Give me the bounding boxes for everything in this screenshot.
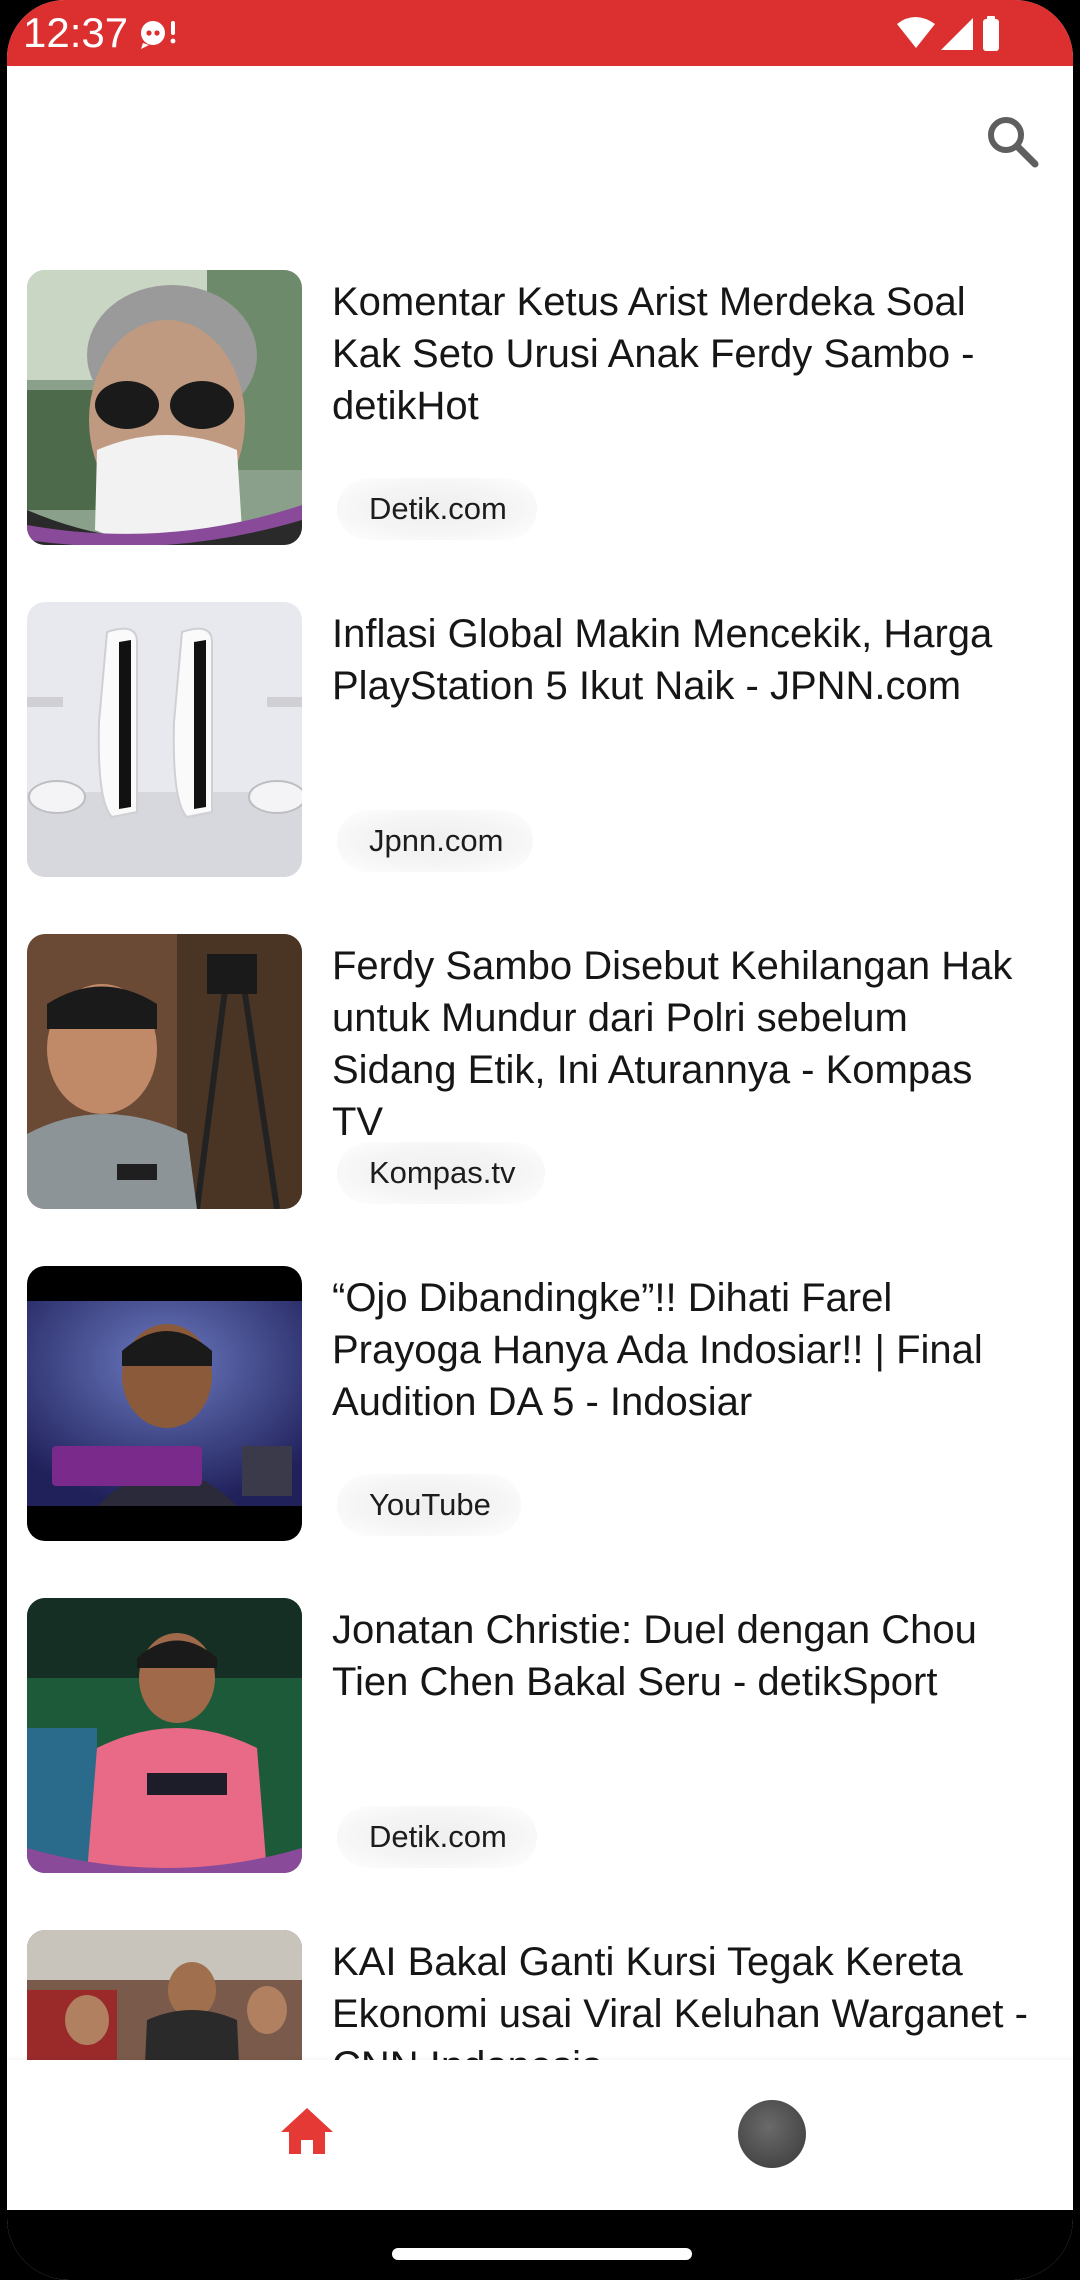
profile-avatar[interactable] <box>738 2100 806 2168</box>
news-list: Komentar Ketus Arist Merdeka Soal Kak Se… <box>7 266 1073 2060</box>
home-indicator[interactable] <box>392 2248 692 2260</box>
search-button[interactable] <box>977 106 1049 178</box>
news-title: Komentar Ketus Arist Merdeka Soal Kak Se… <box>332 280 975 428</box>
nav-home-tab[interactable] <box>277 2102 337 2162</box>
news-title: “Ojo Dibandingke”!! Dihati Farel Prayoga… <box>332 1276 983 1424</box>
news-item[interactable]: Komentar Ketus Arist Merdeka Soal Kak Se… <box>7 266 1073 556</box>
search-icon <box>988 117 1039 168</box>
source-chip: YouTube <box>337 1474 521 1536</box>
source-chip: Jpnn.com <box>337 810 534 872</box>
news-thumbnail <box>27 1266 302 1541</box>
news-title: KAI Bakal Ganti Kursi Tegak Kereta Ekono… <box>332 1940 1028 2060</box>
status-time: 12:37 <box>23 9 129 56</box>
home-icon <box>281 2108 333 2154</box>
battery-icon <box>983 16 999 51</box>
news-title: Inflasi Global Makin Mencekik, Harga Pla… <box>332 612 993 708</box>
news-title: Ferdy Sambo Disebut Kehilangan Hak untuk… <box>332 944 1013 1144</box>
news-thumbnail <box>27 934 302 1209</box>
news-thumbnail <box>27 270 302 545</box>
gesture-bar <box>7 2210 1073 2280</box>
bottom-navigation <box>7 2060 1073 2210</box>
news-thumbnail <box>27 1598 302 1873</box>
news-item[interactable]: KAI Bakal Ganti Kursi Tegak Kereta Ekono… <box>7 1926 1073 2060</box>
news-item[interactable]: Inflasi Global Makin Mencekik, Harga Pla… <box>7 598 1073 888</box>
app-bar <box>7 66 1073 216</box>
signal-icon <box>941 18 973 50</box>
app-screen: 12:37 Komentar Ketus Arist Merdeka Soal … <box>7 0 1073 2280</box>
news-thumbnail <box>27 1930 302 2060</box>
notification-icon <box>137 15 179 51</box>
news-item[interactable]: Ferdy Sambo Disebut Kehilangan Hak untuk… <box>7 930 1073 1220</box>
source-chip: Kompas.tv <box>337 1142 546 1204</box>
news-title: Jonatan Christie: Duel dengan Chou Tien … <box>332 1608 977 1704</box>
status-bar: 12:37 <box>7 0 1073 66</box>
news-item[interactable]: Jonatan Christie: Duel dengan Chou Tien … <box>7 1594 1073 1884</box>
news-thumbnail <box>27 602 302 877</box>
wifi-icon <box>897 17 935 48</box>
news-item[interactable]: “Ojo Dibandingke”!! Dihati Farel Prayoga… <box>7 1262 1073 1552</box>
source-chip: Detik.com <box>337 478 537 540</box>
source-chip: Detik.com <box>337 1806 537 1868</box>
status-icons <box>895 14 1015 54</box>
